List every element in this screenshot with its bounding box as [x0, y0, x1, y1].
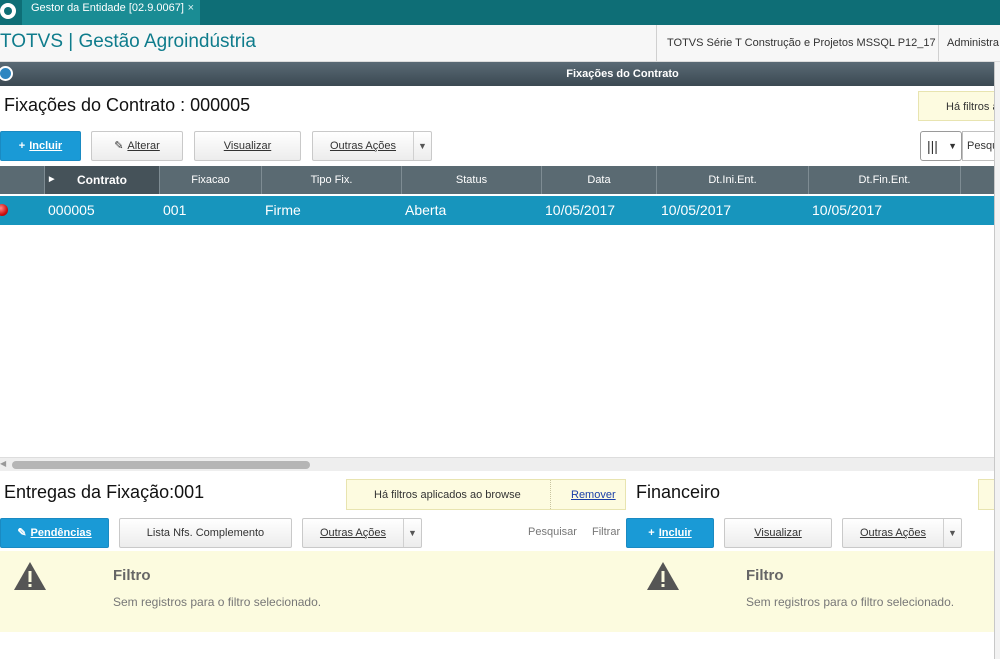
- column-contrato[interactable]: ▶ Contrato: [45, 166, 160, 194]
- entregas-empty-title: Filtro: [113, 567, 151, 584]
- chevron-down-icon: ▼: [948, 141, 957, 151]
- horizontal-scrollbar[interactable]: ◀: [0, 457, 1000, 471]
- warning-icon: [647, 562, 679, 590]
- incluir-label: Incluir: [29, 140, 63, 152]
- lista-nfs-label: Lista Nfs. Complemento: [146, 527, 265, 539]
- column-fixacao[interactable]: Fixacao: [160, 166, 262, 194]
- tab-bar: Gestor da Entidade [02.9.0067] ×: [0, 0, 1000, 25]
- filter-divider: [550, 480, 551, 509]
- visualizar-label: Visualizar: [754, 527, 802, 539]
- cell-dt-fin: 10/05/2017: [812, 202, 883, 218]
- cell-dt-ini: 10/05/2017: [661, 202, 732, 218]
- columns-icon: |||: [927, 138, 938, 154]
- entregas-filter-text: Há filtros aplicados ao browse: [374, 489, 521, 501]
- outras-acoes-label: Outras Ações: [329, 140, 397, 152]
- table-row[interactable]: 000005 001 Firme Aberta 10/05/2017 10/05…: [0, 196, 1000, 225]
- window-title: Fixações do Contrato: [566, 68, 679, 80]
- pesquisar-link[interactable]: Pesquisar: [528, 526, 577, 538]
- financeiro-title: Financeiro: [636, 482, 721, 502]
- visualizar-label: Visualizar: [223, 140, 272, 152]
- column-tipo-fix[interactable]: Tipo Fix.: [262, 166, 402, 194]
- status-red-icon: [0, 204, 8, 216]
- column-dt-ini-ent[interactable]: Dt.Ini.Ent.: [657, 166, 809, 194]
- column-status[interactable]: Status: [402, 166, 542, 194]
- remover-link[interactable]: Remover: [571, 480, 616, 510]
- columns-button[interactable]: ||| ▼: [920, 131, 962, 161]
- column-data[interactable]: Data: [542, 166, 657, 194]
- filtrar-link[interactable]: Filtrar: [592, 526, 620, 538]
- cell-tipo: Firme: [265, 202, 301, 218]
- tab-close-icon[interactable]: ×: [188, 0, 194, 16]
- financeiro-outras-acoes-button[interactable]: Outras Ações ▼: [842, 518, 962, 548]
- fixacoes-filter-note: Há filtros a: [918, 91, 1000, 121]
- cell-contrato: 000005: [48, 202, 95, 218]
- entregas-filter-note: Há filtros aplicados ao browse Remover: [346, 479, 626, 510]
- cell-data: 10/05/2017: [545, 202, 616, 218]
- vertical-scrollbar[interactable]: [994, 62, 1000, 659]
- scroll-left-icon[interactable]: ◀: [0, 459, 6, 468]
- incluir-label: Incluir: [658, 527, 692, 539]
- empty-filter-area: Filtro Sem registros para o filtro selec…: [0, 551, 1000, 632]
- tab-gestor-entidade[interactable]: Gestor da Entidade [02.9.0067] ×: [22, 0, 200, 25]
- fixacoes-title: Fixações do Contrato : 000005: [4, 95, 251, 115]
- plus-icon: +: [648, 527, 655, 539]
- pendencias-button[interactable]: ✎ Pendências: [0, 518, 109, 548]
- pencil-icon: ✎: [17, 527, 27, 539]
- cell-fixacao: 001: [163, 202, 187, 218]
- incluir-button[interactable]: + Incluir: [0, 131, 81, 161]
- entregas-empty-message: Sem registros para o filtro selecionado.: [113, 595, 322, 609]
- visualizar-button[interactable]: Visualizar: [194, 131, 301, 161]
- outras-acoes-label: Outras Ações: [859, 527, 927, 539]
- alterar-button[interactable]: ✎ Alterar: [91, 131, 183, 161]
- financeiro-visualizar-button[interactable]: Visualizar: [724, 518, 832, 548]
- grid-header-status: [0, 166, 45, 194]
- plus-icon: +: [18, 140, 26, 152]
- outras-acoes-button[interactable]: Outras Ações ▼: [312, 131, 432, 161]
- financeiro-incluir-button[interactable]: + Incluir: [626, 518, 714, 548]
- pendencias-label: Pendências: [30, 527, 92, 539]
- scrollbar-thumb[interactable]: [12, 461, 310, 469]
- financeiro-empty-message: Sem registros para o filtro selecionado.: [746, 595, 955, 609]
- sort-arrow-icon: ▶: [49, 176, 55, 183]
- brand-title: TOTVS | Gestão Agroindústria: [0, 31, 256, 52]
- app-logo-icon: [0, 3, 16, 19]
- entregas-outras-acoes-button[interactable]: Outras Ações ▼: [302, 518, 422, 548]
- window-titlebar: Fixações do Contrato: [0, 62, 1000, 86]
- environment-info[interactable]: TOTVS Série T Construção e Projetos MSSQ…: [656, 25, 936, 61]
- app-header: TOTVS | Gestão Agroindústria TOTVS Série…: [0, 25, 1000, 62]
- entregas-title: Entregas da Fixação:001: [4, 482, 205, 502]
- grid-header: ▶ Contrato Fixacao Tipo Fix. Status Data…: [0, 166, 1000, 194]
- alterar-label: Alterar: [127, 140, 160, 152]
- cell-status: Aberta: [405, 202, 447, 218]
- outras-acoes-label: Outras Ações: [319, 527, 387, 539]
- user-info[interactable]: Administra: [938, 25, 1000, 61]
- pencil-icon: ✎: [114, 140, 124, 152]
- chevron-down-icon: ▼: [943, 519, 961, 547]
- warning-icon: [14, 562, 46, 590]
- chevron-down-icon: ▼: [413, 132, 431, 160]
- lista-nfs-button[interactable]: Lista Nfs. Complemento: [119, 518, 292, 548]
- column-dt-fin-ent[interactable]: Dt.Fin.Ent.: [809, 166, 961, 194]
- chevron-down-icon: ▼: [403, 519, 421, 547]
- tab-title: Gestor da Entidade [02.9.0067]: [31, 2, 184, 14]
- financeiro-empty-title: Filtro: [746, 567, 784, 584]
